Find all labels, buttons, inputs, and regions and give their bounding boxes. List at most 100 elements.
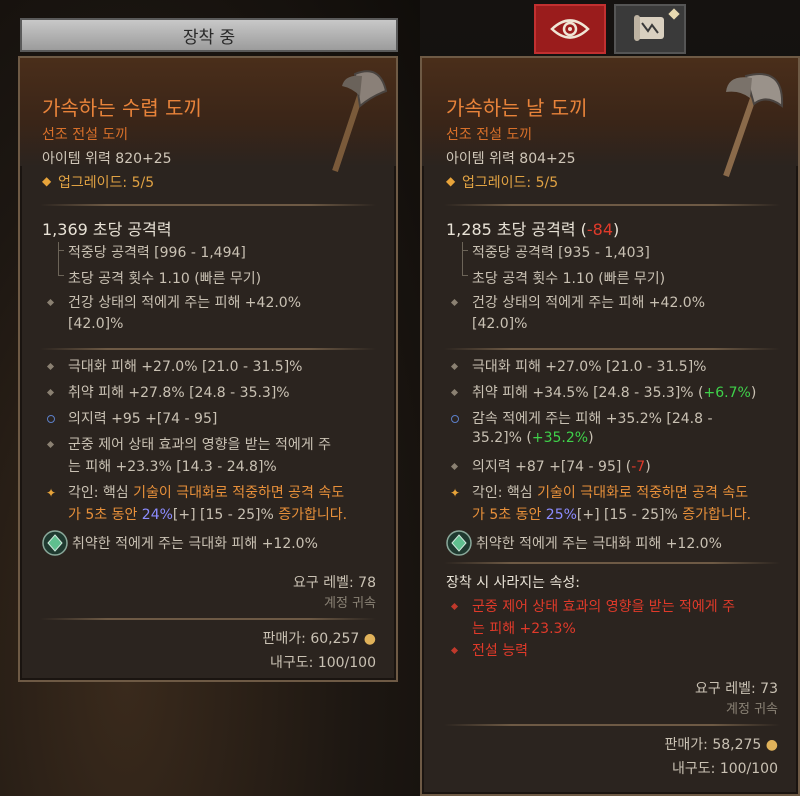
item-name: 가속하는 날 도끼 [446, 96, 588, 120]
bullet-icon [450, 602, 459, 611]
gold-icon: ● [363, 631, 376, 647]
required-level: 요구 레벨: 78 [293, 575, 376, 591]
axe-icon [723, 73, 784, 177]
upgrade-level: 업그레이드: 5/5 [462, 175, 559, 191]
affix-text: 취약 피해 +34.5% [24.8 - 35.3]% ( [472, 385, 704, 401]
attacks-per-second: 초당 공격 횟수 1.10 (빠른 무기) [472, 271, 666, 287]
affix-crit-damage: 극대화 피해 +27.0% [21.0 - 31.5]% [68, 359, 303, 375]
tree-branch [462, 250, 468, 251]
sell-value-text: 판매가: 60,257 [262, 631, 360, 647]
divider [444, 562, 780, 564]
aspect-line-1: 각인: 핵심 기술이 극대화로 적중하면 공격 속도 [472, 482, 748, 502]
item-power: 아이템 위력 804+25 [446, 151, 576, 167]
affix-diff: -7 [631, 459, 646, 475]
affix-diff: +6.7% [703, 385, 751, 401]
implicit-affix: 건강 상태의 적에게 주는 피해 +42.0% [68, 295, 302, 311]
bullet-icon [450, 646, 459, 655]
bullet-icon [450, 462, 459, 471]
bullet-icon [46, 440, 55, 449]
affix-vulnerable-damage: 취약 피해 +34.5% [24.8 - 35.3]% (+6.7%) [472, 385, 757, 401]
lost-affix-cc-cont: 는 피해 +23.3% [472, 621, 576, 637]
aspect-line-1: 각인: 핵심 기술이 극대화로 적중하면 공격 속도 [68, 482, 344, 502]
bullet-icon [450, 388, 459, 397]
equipped-item-tooltip: 가속하는 수렵 도끼 선조 전설 도끼 아이템 위력 820+25 ◆ 업그레이… [18, 56, 398, 682]
aspect-line-2: 가 5초 동안 25%[+] [15 - 25]% 증가합니다. [472, 504, 751, 524]
affix-text: 의지력 +87 +[74 - 95] ( [472, 459, 632, 475]
divider [40, 204, 376, 206]
bullet-icon [46, 362, 55, 371]
divider [444, 724, 780, 726]
gem-socket-icon [42, 530, 68, 556]
aspect-value: 24% [141, 507, 173, 523]
gold-icon: ● [765, 737, 778, 753]
affix-crit-damage: 극대화 피해 +27.0% [21.0 - 31.5]% [472, 359, 707, 375]
tree-branch [58, 250, 64, 251]
tree-line [462, 242, 463, 276]
aspect-text: 증가합니다. [278, 507, 348, 523]
resource-circle-icon [451, 415, 459, 423]
new-indicator-icon [668, 8, 680, 20]
scroll-map-button[interactable] [614, 4, 686, 54]
aspect-value: 25% [545, 507, 577, 523]
aspect-text: 가 5초 동안 [472, 507, 546, 523]
affix-text: 35.2]% ( [472, 430, 532, 446]
dps-text: 1,285 초당 공격력 [446, 220, 576, 239]
socket-effect: 취약한 적에게 주는 극대화 피해 +12.0% [72, 536, 318, 552]
divider [444, 204, 780, 206]
tree-line [58, 242, 59, 276]
aspect-range: [+] [15 - 25]% [172, 507, 279, 523]
compare-eye-button[interactable] [534, 4, 606, 54]
affix-slowed-damage-cont: 35.2]% (+35.2%) [472, 430, 594, 446]
lost-legendary-power: 전설 능력 [472, 643, 528, 659]
dps-diff-paren: ( [575, 220, 587, 239]
tree-branch [58, 275, 64, 276]
aspect-range: [+] [15 - 25]% [576, 507, 683, 523]
bullet-icon [46, 298, 55, 307]
affix-willpower: 의지력 +87 +[74 - 95] (-7) [472, 459, 651, 475]
lost-affix-cc: 군중 제어 상태 효과의 영향을 받는 적에게 주 [472, 599, 735, 615]
axe-icon [332, 70, 388, 172]
dps-value: 1,285 초당 공격력 (-84) [446, 216, 619, 240]
attacks-per-second: 초당 공격 횟수 1.10 (빠른 무기) [68, 271, 262, 287]
aspect-text: 증가합니다. [682, 507, 752, 523]
dps-diff-paren: ) [613, 220, 620, 239]
damage-per-hit: 적중당 공격력 [996 - 1,494] [68, 245, 246, 261]
affix-cc-damage: 군중 제어 상태 효과의 영향을 받는 적에게 주 [68, 437, 331, 453]
affix-cc-damage-cont: 는 피해 +23.3% [14.3 - 24.8]% [68, 459, 277, 475]
sell-value: 판매가: 58,275 ● [665, 734, 778, 754]
gem-socket-icon [446, 530, 472, 556]
compare-item-tooltip: 가속하는 날 도끼 선조 전설 도끼 아이템 위력 804+25 ◆ 업그레이드… [420, 56, 800, 796]
item-rarity: 선조 전설 도끼 [446, 127, 533, 143]
aspect-prefix: 각인: 핵심 [68, 485, 134, 501]
aspect-star-icon: ✦ [46, 486, 57, 500]
divider [40, 618, 376, 620]
aspect-star-icon: ✦ [450, 486, 461, 500]
equipped-tab-label: 장착 중 [182, 27, 236, 48]
eye-icon [550, 19, 590, 39]
equipped-tab: 장착 중 [20, 18, 398, 52]
bullet-icon [450, 298, 459, 307]
upgrade-diamond-icon: ◆ [446, 174, 456, 188]
aspect-text: 가 5초 동안 [68, 507, 142, 523]
bullet-icon [450, 362, 459, 371]
account-bound: 계정 귀속 [726, 702, 778, 717]
item-name: 가속하는 수렵 도끼 [42, 96, 202, 120]
affix-diff: +35.2% [531, 430, 589, 446]
durability: 내구도: 100/100 [672, 761, 778, 777]
divider [444, 348, 780, 350]
aspect-text: 기술이 극대화로 적중하면 공격 속도 [133, 485, 345, 501]
affix-vulnerable-damage: 취약 피해 +27.8% [24.8 - 35.3]% [68, 385, 290, 401]
implicit-affix-range: [42.0]% [68, 316, 124, 332]
affix-willpower: 의지력 +95 +[74 - 95] [68, 411, 218, 427]
socket-effect: 취약한 적에게 주는 극대화 피해 +12.0% [476, 536, 722, 552]
divider [40, 348, 376, 350]
sell-value-text: 판매가: 58,275 [664, 737, 762, 753]
aspect-text: 기술이 극대화로 적중하면 공격 속도 [537, 485, 749, 501]
account-bound: 계정 귀속 [324, 596, 376, 611]
affix-slowed-damage: 감속 적에게 주는 피해 +35.2% [24.8 - [472, 411, 713, 427]
upgrade-diamond-icon: ◆ [42, 174, 52, 188]
required-level: 요구 레벨: 73 [695, 681, 778, 697]
dps-diff: -84 [586, 220, 614, 239]
resource-circle-icon [47, 415, 55, 423]
item-rarity: 선조 전설 도끼 [42, 127, 129, 143]
